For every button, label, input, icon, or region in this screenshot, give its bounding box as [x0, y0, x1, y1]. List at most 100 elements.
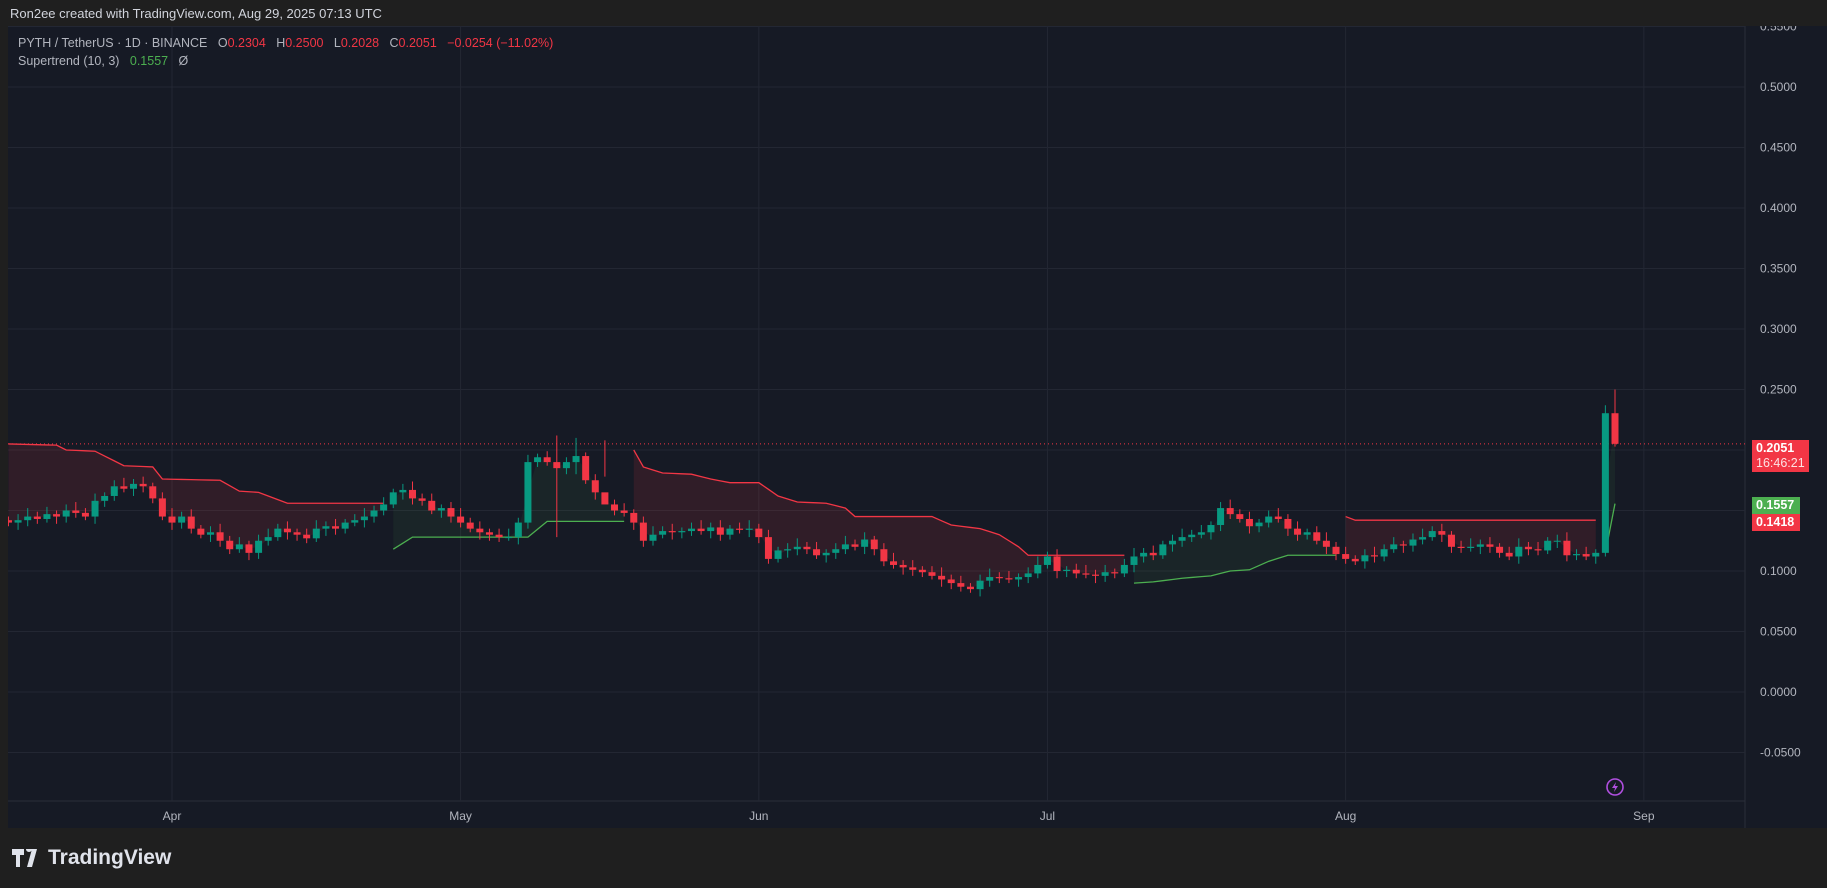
candle-body — [1149, 552, 1157, 556]
tradingview-logo[interactable]: TradingView — [12, 846, 171, 870]
candle-body — [245, 544, 253, 553]
candle-body — [1476, 544, 1484, 547]
indicator-line: Supertrend (10, 3) 0.1557 Ø — [18, 52, 553, 70]
candle-body — [1245, 518, 1253, 527]
candle-body — [832, 549, 840, 553]
candle-body — [62, 510, 70, 517]
candle-body — [649, 534, 657, 541]
candle-body — [562, 462, 570, 469]
close-label: C — [389, 36, 399, 50]
chart-panel[interactable]: 0.5500 0.5000 0.4500 0.4000 0.3500 0.3000 0.25… — [8, 26, 1827, 828]
candle-body — [1101, 572, 1109, 576]
candle-body — [928, 572, 936, 576]
candle-body — [938, 575, 946, 580]
candle-body — [303, 534, 311, 539]
candle-body — [91, 500, 99, 517]
candle-body — [158, 498, 166, 517]
visibility-icon[interactable]: Ø — [179, 54, 189, 68]
candle-body — [1380, 549, 1388, 557]
candle-body — [1409, 539, 1417, 546]
supertrend-down-tag: 0.1418 — [1752, 514, 1800, 531]
candle-body — [1120, 564, 1128, 574]
candle-body — [178, 516, 186, 523]
close-value: 0.2051 — [398, 36, 437, 50]
candle-up — [1601, 405, 1609, 557]
open-label: O — [217, 36, 228, 50]
candle-body — [43, 514, 51, 519]
chart-credit: Ron2ee created with TradingView.com, Aug… — [10, 6, 382, 21]
symbol-line: PYTH / TetherUS · 1D · BINANCE O0.2304 H… — [18, 34, 553, 52]
candle-body — [716, 527, 724, 535]
x-tick-label: Aug — [1335, 809, 1356, 823]
y-tick-label: 0.1000 — [1760, 564, 1797, 578]
candle-body — [1361, 555, 1369, 562]
candle-body — [332, 526, 340, 529]
candle-body — [1226, 508, 1234, 515]
candle-body — [1553, 540, 1561, 542]
candle-body — [255, 540, 263, 553]
candle-body — [1303, 532, 1311, 535]
candle-body — [341, 522, 349, 529]
candle-body — [1207, 525, 1215, 533]
candle-body — [1371, 555, 1378, 557]
candle-body — [764, 537, 772, 559]
candle-body — [1390, 544, 1398, 550]
candle-body — [447, 508, 455, 517]
candle-body — [235, 544, 243, 550]
change-value: −0.0254 (−11.02%) — [447, 36, 554, 50]
candle-body — [1034, 564, 1042, 574]
candle-body — [582, 456, 590, 481]
high-value: 0.2500 — [285, 36, 324, 50]
candle-body — [476, 528, 484, 533]
y-tick-label: 0.3000 — [1760, 322, 1797, 336]
y-tick-label: 0.4000 — [1760, 201, 1797, 215]
candle-body — [620, 510, 628, 513]
candle-body — [1544, 540, 1552, 551]
symbol-info[interactable]: PYTH / TetherUS · 1D · BINANCE — [18, 36, 207, 50]
candle-body — [1563, 540, 1571, 556]
candle-body — [14, 520, 22, 523]
candle-body — [399, 489, 407, 493]
candle-body — [1322, 540, 1330, 547]
high-label: H — [276, 36, 286, 50]
candle-body — [1505, 552, 1513, 557]
price-chart[interactable]: 0.5500 0.5000 0.4500 0.4000 0.3500 0.3000 0.25… — [8, 26, 1827, 828]
candle-body — [274, 528, 282, 538]
candle-body — [774, 550, 782, 559]
candle-body — [1005, 578, 1013, 580]
candle-body — [697, 528, 705, 532]
indicator-name[interactable]: Supertrend (10, 3) — [18, 54, 119, 68]
candle-body — [707, 527, 715, 532]
low-value: 0.2028 — [340, 36, 380, 50]
grid — [8, 26, 1746, 828]
candle-body — [1072, 569, 1080, 574]
candle-body — [206, 532, 214, 535]
candle-body — [870, 539, 878, 550]
candle-body — [485, 532, 493, 535]
y-axis: 0.5500 0.5000 0.4500 0.4000 0.3500 0.3000 0.25… — [1760, 26, 1801, 760]
y-tick-label: 0.2500 — [1760, 383, 1797, 397]
candle-body — [1274, 516, 1282, 519]
candle-body — [8, 520, 12, 523]
x-tick-label: Jul — [1040, 809, 1055, 823]
candle-body — [1524, 546, 1532, 550]
candle-body — [553, 462, 561, 469]
candle-body — [986, 577, 994, 581]
candle-body — [851, 544, 859, 547]
candle-body — [1582, 554, 1590, 557]
candle-body — [1438, 531, 1446, 535]
candle-body — [1592, 552, 1600, 557]
y-tick-label: 0.0000 — [1760, 685, 1797, 699]
candle-body — [283, 528, 291, 533]
candle-body — [745, 528, 753, 530]
bar-countdown: 16:46:21 — [1756, 456, 1805, 470]
candle-body — [1399, 544, 1407, 546]
candle-body — [861, 539, 869, 547]
candle-body — [1601, 413, 1609, 553]
open-value: 0.2304 — [227, 36, 266, 50]
candle-body — [514, 522, 522, 538]
candle-body — [534, 457, 542, 463]
candle-body — [1140, 552, 1148, 557]
candle-body — [1043, 556, 1051, 565]
candle-body — [639, 522, 647, 541]
